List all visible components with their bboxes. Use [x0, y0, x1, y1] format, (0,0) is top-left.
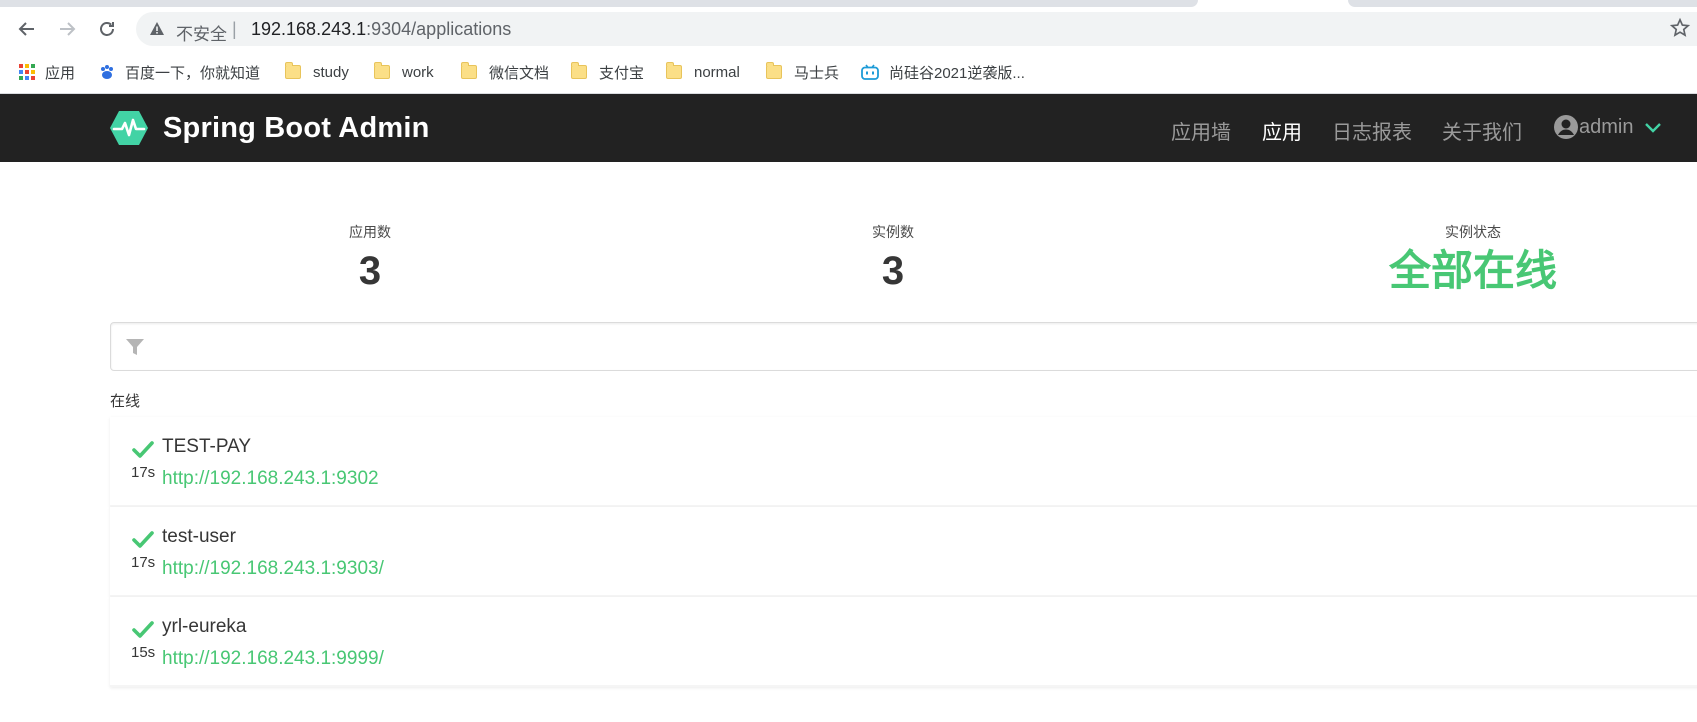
- check-icon: [132, 441, 154, 458]
- reload-button[interactable]: [94, 16, 120, 42]
- bookmark-label: 应用: [45, 64, 76, 82]
- application-list: 17s TEST-PAY http://192.168.243.1:9302 1…: [110, 417, 1697, 687]
- brand-title: Spring Boot Admin: [163, 111, 430, 144]
- tab-strip: [0, 0, 1697, 7]
- bookmark-label: 百度一下，你就知道: [125, 64, 261, 82]
- arrow-right-icon: [60, 22, 76, 36]
- folder-icon: [571, 62, 587, 79]
- stat-label: 实例数: [872, 224, 914, 240]
- chevron-down-icon: [1645, 123, 1662, 133]
- stat-applications: 应用数 3: [270, 222, 470, 294]
- user-circle-icon: [1554, 115, 1578, 139]
- address-bar[interactable]: 不安全 | 192.168.243.1:9304/applications: [136, 12, 1697, 46]
- bookmark-alipay[interactable]: 支付宝: [571, 61, 644, 83]
- stat-status: 实例状态 全部在线: [1373, 222, 1573, 294]
- bookmark-work[interactable]: work: [374, 61, 434, 83]
- folder-icon: [374, 62, 390, 79]
- active-tab-edge[interactable]: [0, 0, 1198, 7]
- app-uptime: 17s: [131, 554, 156, 571]
- url-path: :9304/applications: [366, 19, 512, 39]
- bookmark-label: 马士兵: [794, 64, 840, 82]
- app-navbar: Spring Boot Admin 应用墙 应用 日志报表 关于我们 admin: [0, 94, 1697, 162]
- bookmark-label: work: [402, 63, 434, 81]
- browser-toolbar: 不安全 | 192.168.243.1:9304/applications: [0, 7, 1697, 51]
- stat-instances: 实例数 3: [793, 222, 993, 294]
- bookmark-baidu[interactable]: 百度一下，你就知道: [99, 61, 260, 83]
- bookmark-wechat-docs[interactable]: 微信文档: [461, 61, 549, 83]
- stat-value: 全部在线: [1388, 247, 1557, 294]
- stat-value: 3: [358, 249, 382, 293]
- stat-label: 实例状态: [1445, 224, 1501, 240]
- user-menu[interactable]: admin: [1553, 114, 1663, 140]
- bookmarks-bar: 应用 百度一下，你就知道 study work 微信文档 支付宝 normal …: [0, 51, 1697, 94]
- brand[interactable]: Spring Boot Admin: [109, 108, 430, 148]
- check-icon: [132, 531, 154, 548]
- filter-box: [110, 322, 1697, 372]
- check-icon: [132, 621, 154, 638]
- bookmark-label: 尚硅谷2021逆袭版...: [889, 64, 1025, 82]
- nav-journal[interactable]: 日志报表: [1332, 116, 1412, 145]
- url-text[interactable]: 192.168.243.1:9304/applications: [251, 19, 511, 40]
- section-online-label: 在线: [110, 393, 141, 410]
- heartbeat-logo-icon: [110, 111, 148, 145]
- baidu-paw-icon: [101, 65, 113, 79]
- warning-icon[interactable]: [149, 21, 165, 37]
- inactive-tab-edge[interactable]: [1348, 0, 1697, 7]
- bookmark-mashibing[interactable]: 马士兵: [766, 61, 839, 83]
- application-row[interactable]: 17s test-user http://192.168.243.1:9303/: [110, 507, 1697, 597]
- filter-icon: [126, 339, 144, 355]
- app-name: yrl-eureka: [162, 616, 247, 637]
- folder-icon: [461, 62, 477, 79]
- nav-about[interactable]: 关于我们: [1442, 116, 1522, 145]
- arrow-left-icon: [18, 22, 34, 36]
- nav-wallboard[interactable]: 应用墙: [1171, 116, 1231, 145]
- filter-input[interactable]: [155, 323, 1659, 372]
- stat-label: 应用数: [349, 224, 391, 240]
- application-row[interactable]: 15s yrl-eureka http://192.168.243.1:9999…: [110, 597, 1697, 687]
- app-url-link[interactable]: http://192.168.243.1:9999/: [162, 648, 384, 670]
- folder-icon: [666, 62, 682, 79]
- bookmark-label: 微信文档: [489, 64, 550, 82]
- app-url-link[interactable]: http://192.168.243.1:9303/: [162, 558, 384, 580]
- bookmark-apps[interactable]: 应用: [19, 61, 75, 83]
- url-host: 192.168.243.1: [251, 19, 367, 39]
- bookmark-normal[interactable]: normal: [666, 61, 740, 83]
- application-row[interactable]: 17s TEST-PAY http://192.168.243.1:9302: [110, 417, 1697, 507]
- nav-applications[interactable]: 应用: [1262, 116, 1302, 145]
- apps-grid-icon: [19, 64, 35, 80]
- folder-icon: [285, 62, 301, 79]
- user-name: admin: [1579, 115, 1634, 138]
- folder-icon: [766, 62, 782, 79]
- back-button[interactable]: [14, 16, 40, 42]
- bookmark-shangguigu[interactable]: 尚硅谷2021逆袭版...: [861, 61, 1025, 83]
- bookmark-label: 支付宝: [599, 64, 645, 82]
- bookmark-study[interactable]: study: [285, 61, 349, 83]
- app-uptime: 15s: [131, 644, 156, 661]
- insecure-label: 不安全: [176, 25, 227, 44]
- reload-icon: [100, 22, 114, 36]
- app-url-link[interactable]: http://192.168.243.1:9302: [162, 468, 379, 490]
- bookmark-label: normal: [694, 63, 740, 81]
- stat-value: 3: [881, 249, 905, 293]
- app-uptime: 17s: [131, 464, 156, 481]
- bookmark-label: study: [313, 63, 349, 81]
- app-name: test-user: [162, 526, 236, 547]
- url-separator: |: [232, 19, 237, 39]
- star-icon[interactable]: [1669, 17, 1691, 39]
- app-name: TEST-PAY: [162, 436, 252, 457]
- bilibili-icon: [861, 64, 879, 80]
- forward-button[interactable]: [54, 16, 80, 42]
